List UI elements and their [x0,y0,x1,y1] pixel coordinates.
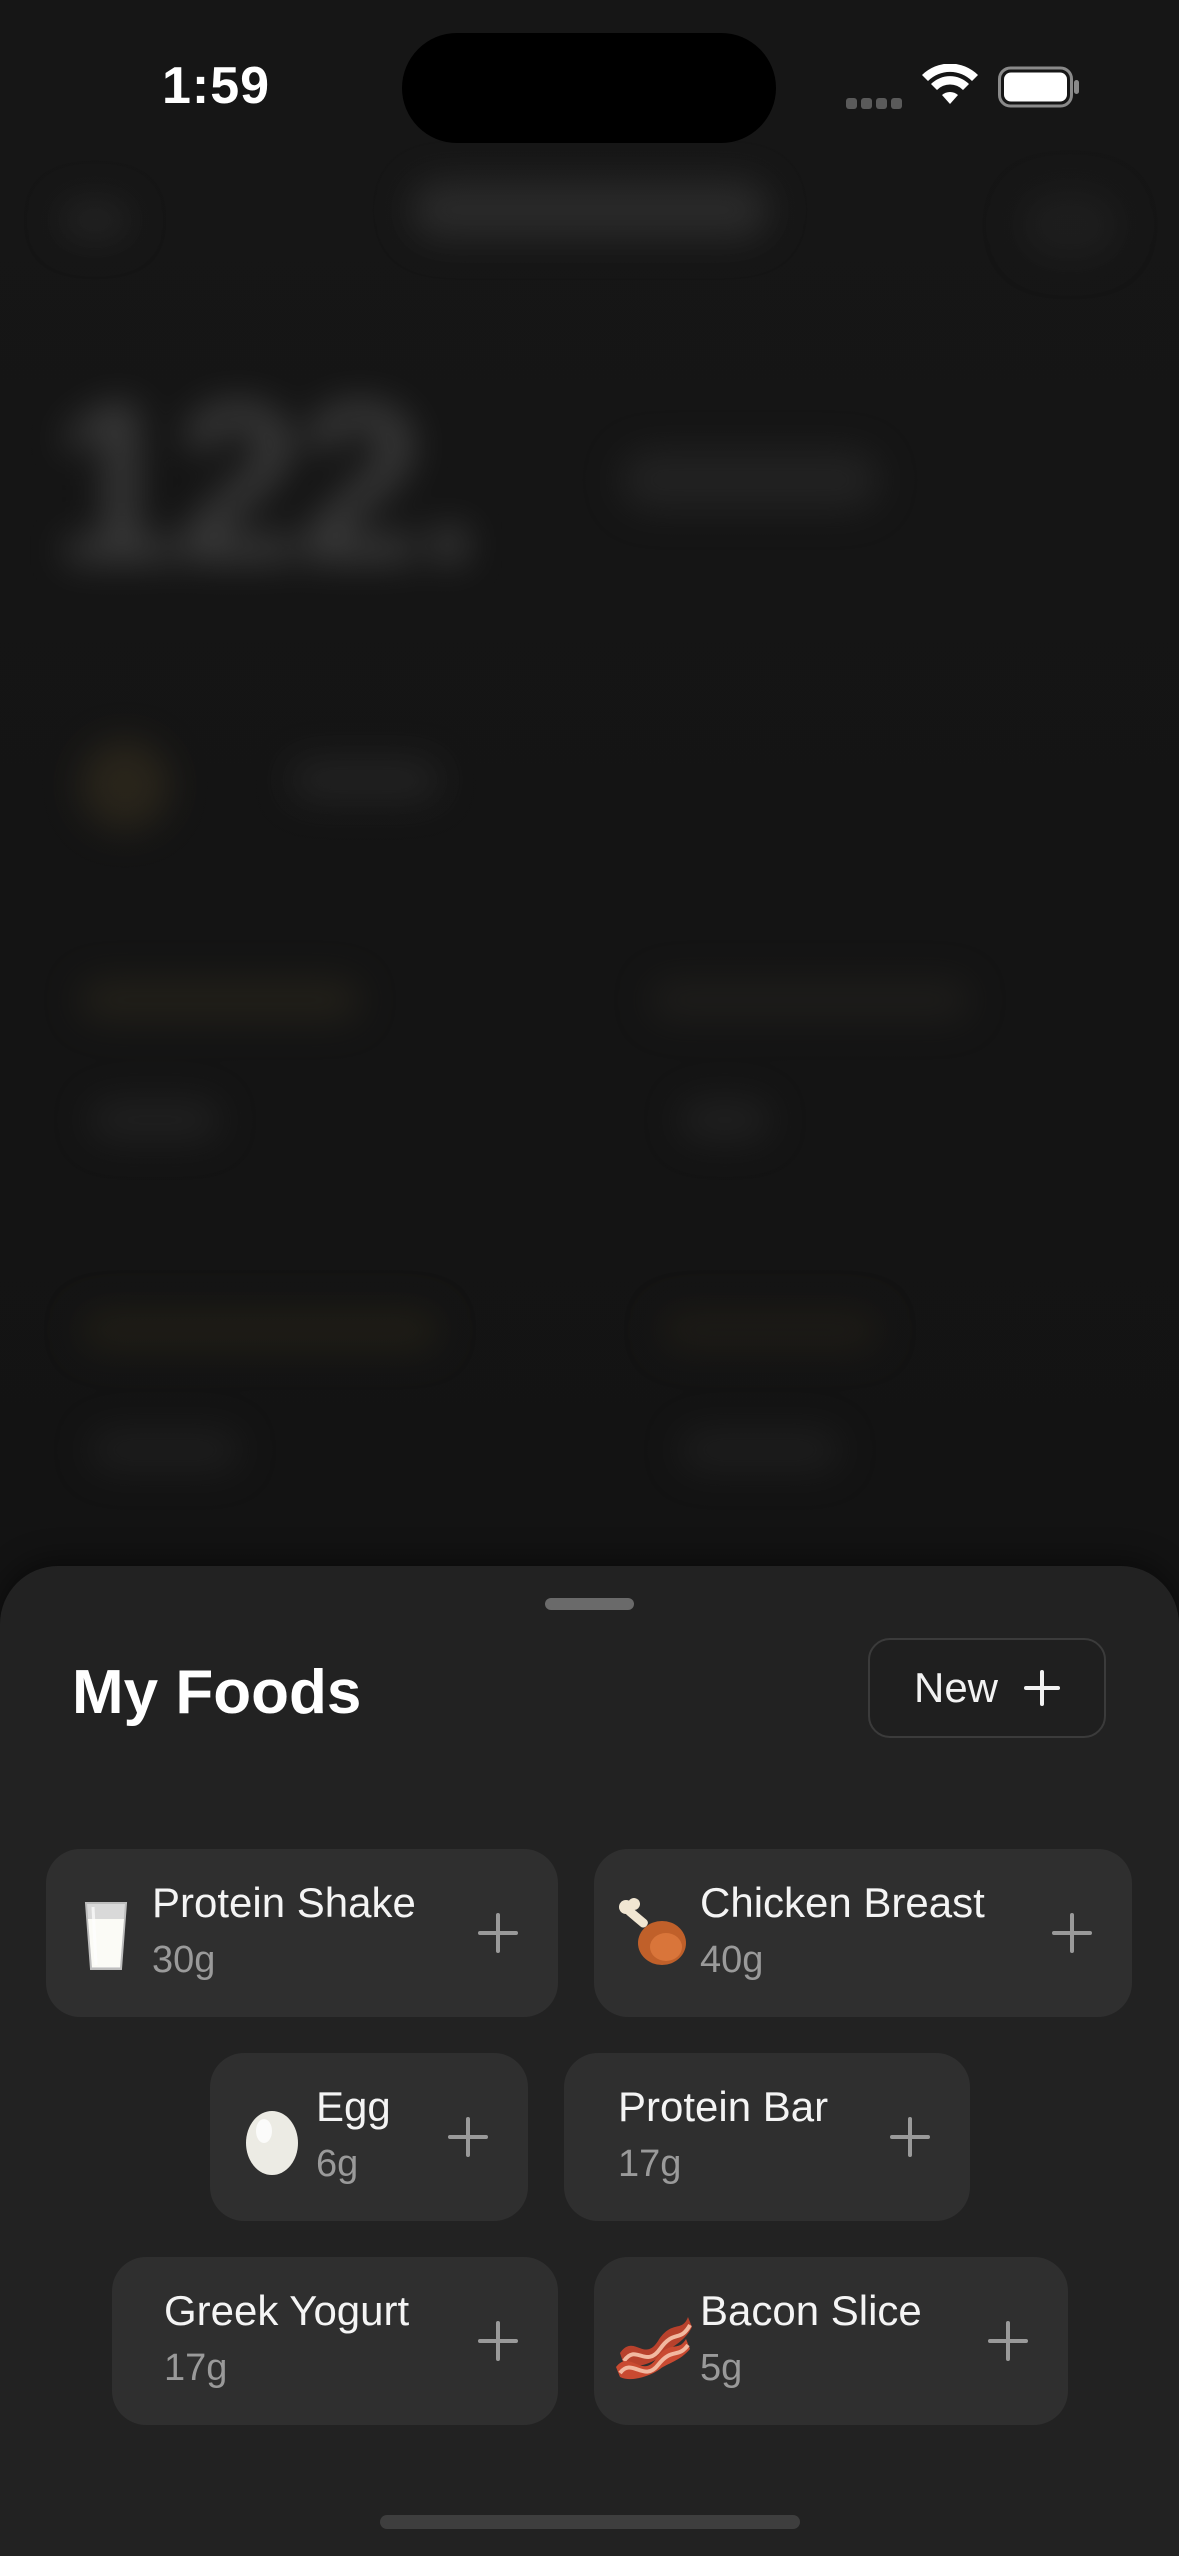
plus-icon [1024,1670,1061,1706]
plus-icon [478,1913,518,1953]
milk-glass-icon [84,1902,128,1970]
food-chip-egg[interactable]: Egg 6g [210,2053,528,2221]
food-name: Protein Shake [152,1879,416,1926]
background-row [80,1310,440,1350]
plus-icon [890,2117,930,2157]
background-title [410,180,770,240]
background-nav-right [1020,190,1120,260]
food-amount: 30g [152,1939,216,1981]
food-amount: 40g [700,1939,764,1981]
background-row [90,1100,220,1140]
background-unit [620,450,880,510]
food-amount: 5g [700,2347,743,2389]
plus-icon [1052,1913,1092,1953]
food-amount: 17g [618,2143,682,2185]
screen: 1:59 122. My Foods New Protein Shake 30g… [0,0,1179,2556]
my-foods-sheet: My Foods New Protein Shake 30g Chicken B… [0,1566,1179,2556]
food-name: Chicken Breast [700,1879,985,1926]
background-big-number: 122. [52,354,482,611]
add-protein-shake-button[interactable] [478,1913,518,1953]
cellular-signal-icon [846,96,906,109]
background-row [660,1310,880,1350]
food-amount: 6g [316,2143,359,2185]
wifi-icon [922,64,978,104]
food-chip-protein-bar[interactable]: Protein Bar 17g [564,2053,970,2221]
plus-icon [478,2321,518,2361]
egg-icon [246,2111,298,2175]
food-amount: 17g [164,2347,228,2389]
food-chip-greek-yogurt[interactable]: Greek Yogurt 17g [112,2257,558,2425]
bacon-icon [616,2317,692,2380]
plus-icon [988,2321,1028,2361]
new-button-label: New [913,1664,999,1711]
sheet-grabber[interactable] [545,1598,634,1610]
background-nav-left [60,200,130,240]
add-protein-bar-button[interactable] [890,2117,930,2157]
status-time: 1:59 [162,57,271,115]
sheet-title: My Foods [72,1658,362,1727]
food-chip-chicken-breast[interactable]: Chicken Breast 40g [594,1849,1132,2017]
chicken-leg-icon [619,1898,686,1965]
plus-icon [448,2117,488,2157]
add-greek-yogurt-button[interactable] [478,2321,518,2361]
background-row [90,1430,240,1470]
dynamic-island [402,33,776,143]
food-chip-protein-shake[interactable]: Protein Shake 30g [46,1849,558,2017]
add-bacon-slice-button[interactable] [988,2321,1028,2361]
battery-icon [998,66,1079,108]
new-food-button[interactable]: New [868,1638,1106,1738]
background-row [650,980,970,1020]
background-row [680,1100,770,1140]
home-indicator[interactable] [380,2515,800,2529]
add-chicken-breast-button[interactable] [1052,1913,1092,1953]
background-badge [80,740,170,830]
food-chip-bacon-slice[interactable]: Bacon Slice 5g [594,2257,1068,2425]
add-egg-button[interactable] [448,2117,488,2157]
background-row [80,980,360,1020]
food-name: Greek Yogurt [164,2287,410,2334]
background-row [680,1430,840,1470]
food-name: Protein Bar [618,2083,829,2130]
background-dashboard: 122. [0,160,1179,1580]
food-name: Bacon Slice [700,2287,922,2334]
background-row [290,760,440,800]
food-name: Egg [316,2083,391,2130]
